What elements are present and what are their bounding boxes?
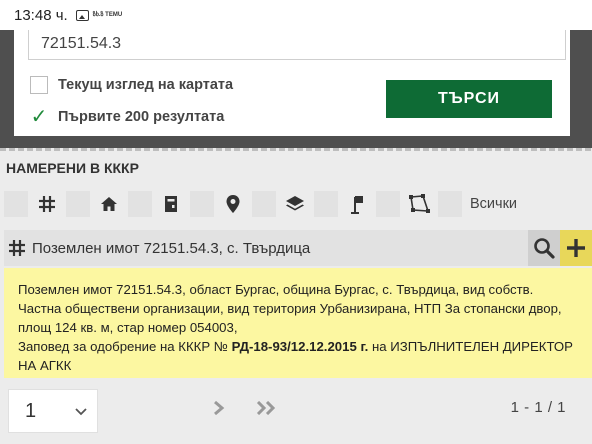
order-prefix: Заповед за одобрение на КККР № <box>18 339 228 354</box>
filter-checkbox-points[interactable] <box>314 191 338 217</box>
polygon-icon[interactable] <box>406 191 432 217</box>
grid-icon[interactable] <box>34 191 60 217</box>
search-panel: 72151.54.3 Текущ изглед на картата ✓ Пър… <box>14 30 570 136</box>
chevron-down-icon <box>75 408 87 416</box>
page-select-value: 1 <box>25 399 37 422</box>
option-first-200[interactable]: ✓ Първите 200 резултата <box>30 106 225 128</box>
plus-icon <box>567 239 585 257</box>
result-details: Поземлен имот 72151.54.3, област Бургас,… <box>4 268 592 378</box>
flag-icon[interactable] <box>344 191 370 217</box>
grid-icon <box>8 239 26 257</box>
current-view-checkbox[interactable] <box>30 76 48 94</box>
last-page-icon[interactable] <box>256 401 278 415</box>
result-title[interactable]: Поземлен имот 72151.54.3, с. Твърдица <box>32 240 310 257</box>
results-section-title: НАМЕРЕНИ В КККР <box>6 160 139 176</box>
next-page-icon[interactable] <box>212 401 226 415</box>
add-result-button[interactable] <box>560 230 592 266</box>
checkmark-icon: ✓ <box>30 106 48 128</box>
page-select[interactable]: 1 <box>8 389 98 433</box>
location-pin-icon[interactable] <box>220 191 246 217</box>
zoom-to-result-button[interactable] <box>528 230 560 266</box>
search-icon <box>534 238 555 259</box>
status-bar: 13:48 ч. ზხ.ზ TEMU <box>0 0 592 30</box>
filter-checkbox-buildings[interactable] <box>66 191 90 217</box>
pagination: 1 1 - 1 / 1 <box>0 385 592 435</box>
filter-checkbox-parcels[interactable] <box>4 191 28 217</box>
page-count: 1 - 1 / 1 <box>510 399 566 416</box>
filter-all-label[interactable]: Всички <box>470 196 517 212</box>
result-description: Поземлен имот 72151.54.3, област Бургас,… <box>18 282 562 335</box>
layers-icon[interactable] <box>282 191 308 217</box>
clock: 13:48 ч. <box>14 6 68 24</box>
search-button[interactable]: ТЪРСИ <box>386 80 552 118</box>
first-200-label: Първите 200 резултата <box>58 109 225 125</box>
filter-bar: Всички <box>4 190 517 218</box>
search-input[interactable]: 72151.54.3 <box>28 30 566 60</box>
image-notification-icon <box>75 9 89 21</box>
result-item-header[interactable]: Поземлен имот 72151.54.3, с. Твърдица <box>4 230 592 266</box>
order-number: РД-18-93/12.12.2015 г. <box>231 339 369 354</box>
current-view-label: Текущ изглед на картата <box>58 77 234 93</box>
home-icon[interactable] <box>96 191 122 217</box>
section-divider <box>0 148 592 151</box>
app-badge: ზხ.ზ TEMU <box>92 12 123 18</box>
filter-checkbox-layers[interactable] <box>252 191 276 217</box>
filter-checkbox-units[interactable] <box>128 191 152 217</box>
filter-checkbox-boundaries[interactable] <box>376 191 400 217</box>
building-icon[interactable] <box>158 191 184 217</box>
filter-checkbox-all[interactable] <box>438 191 462 217</box>
first-200-checkbox[interactable]: ✓ <box>30 106 48 128</box>
option-current-view[interactable]: Текущ изглед на картата <box>30 76 233 94</box>
filter-checkbox-addresses[interactable] <box>190 191 214 217</box>
